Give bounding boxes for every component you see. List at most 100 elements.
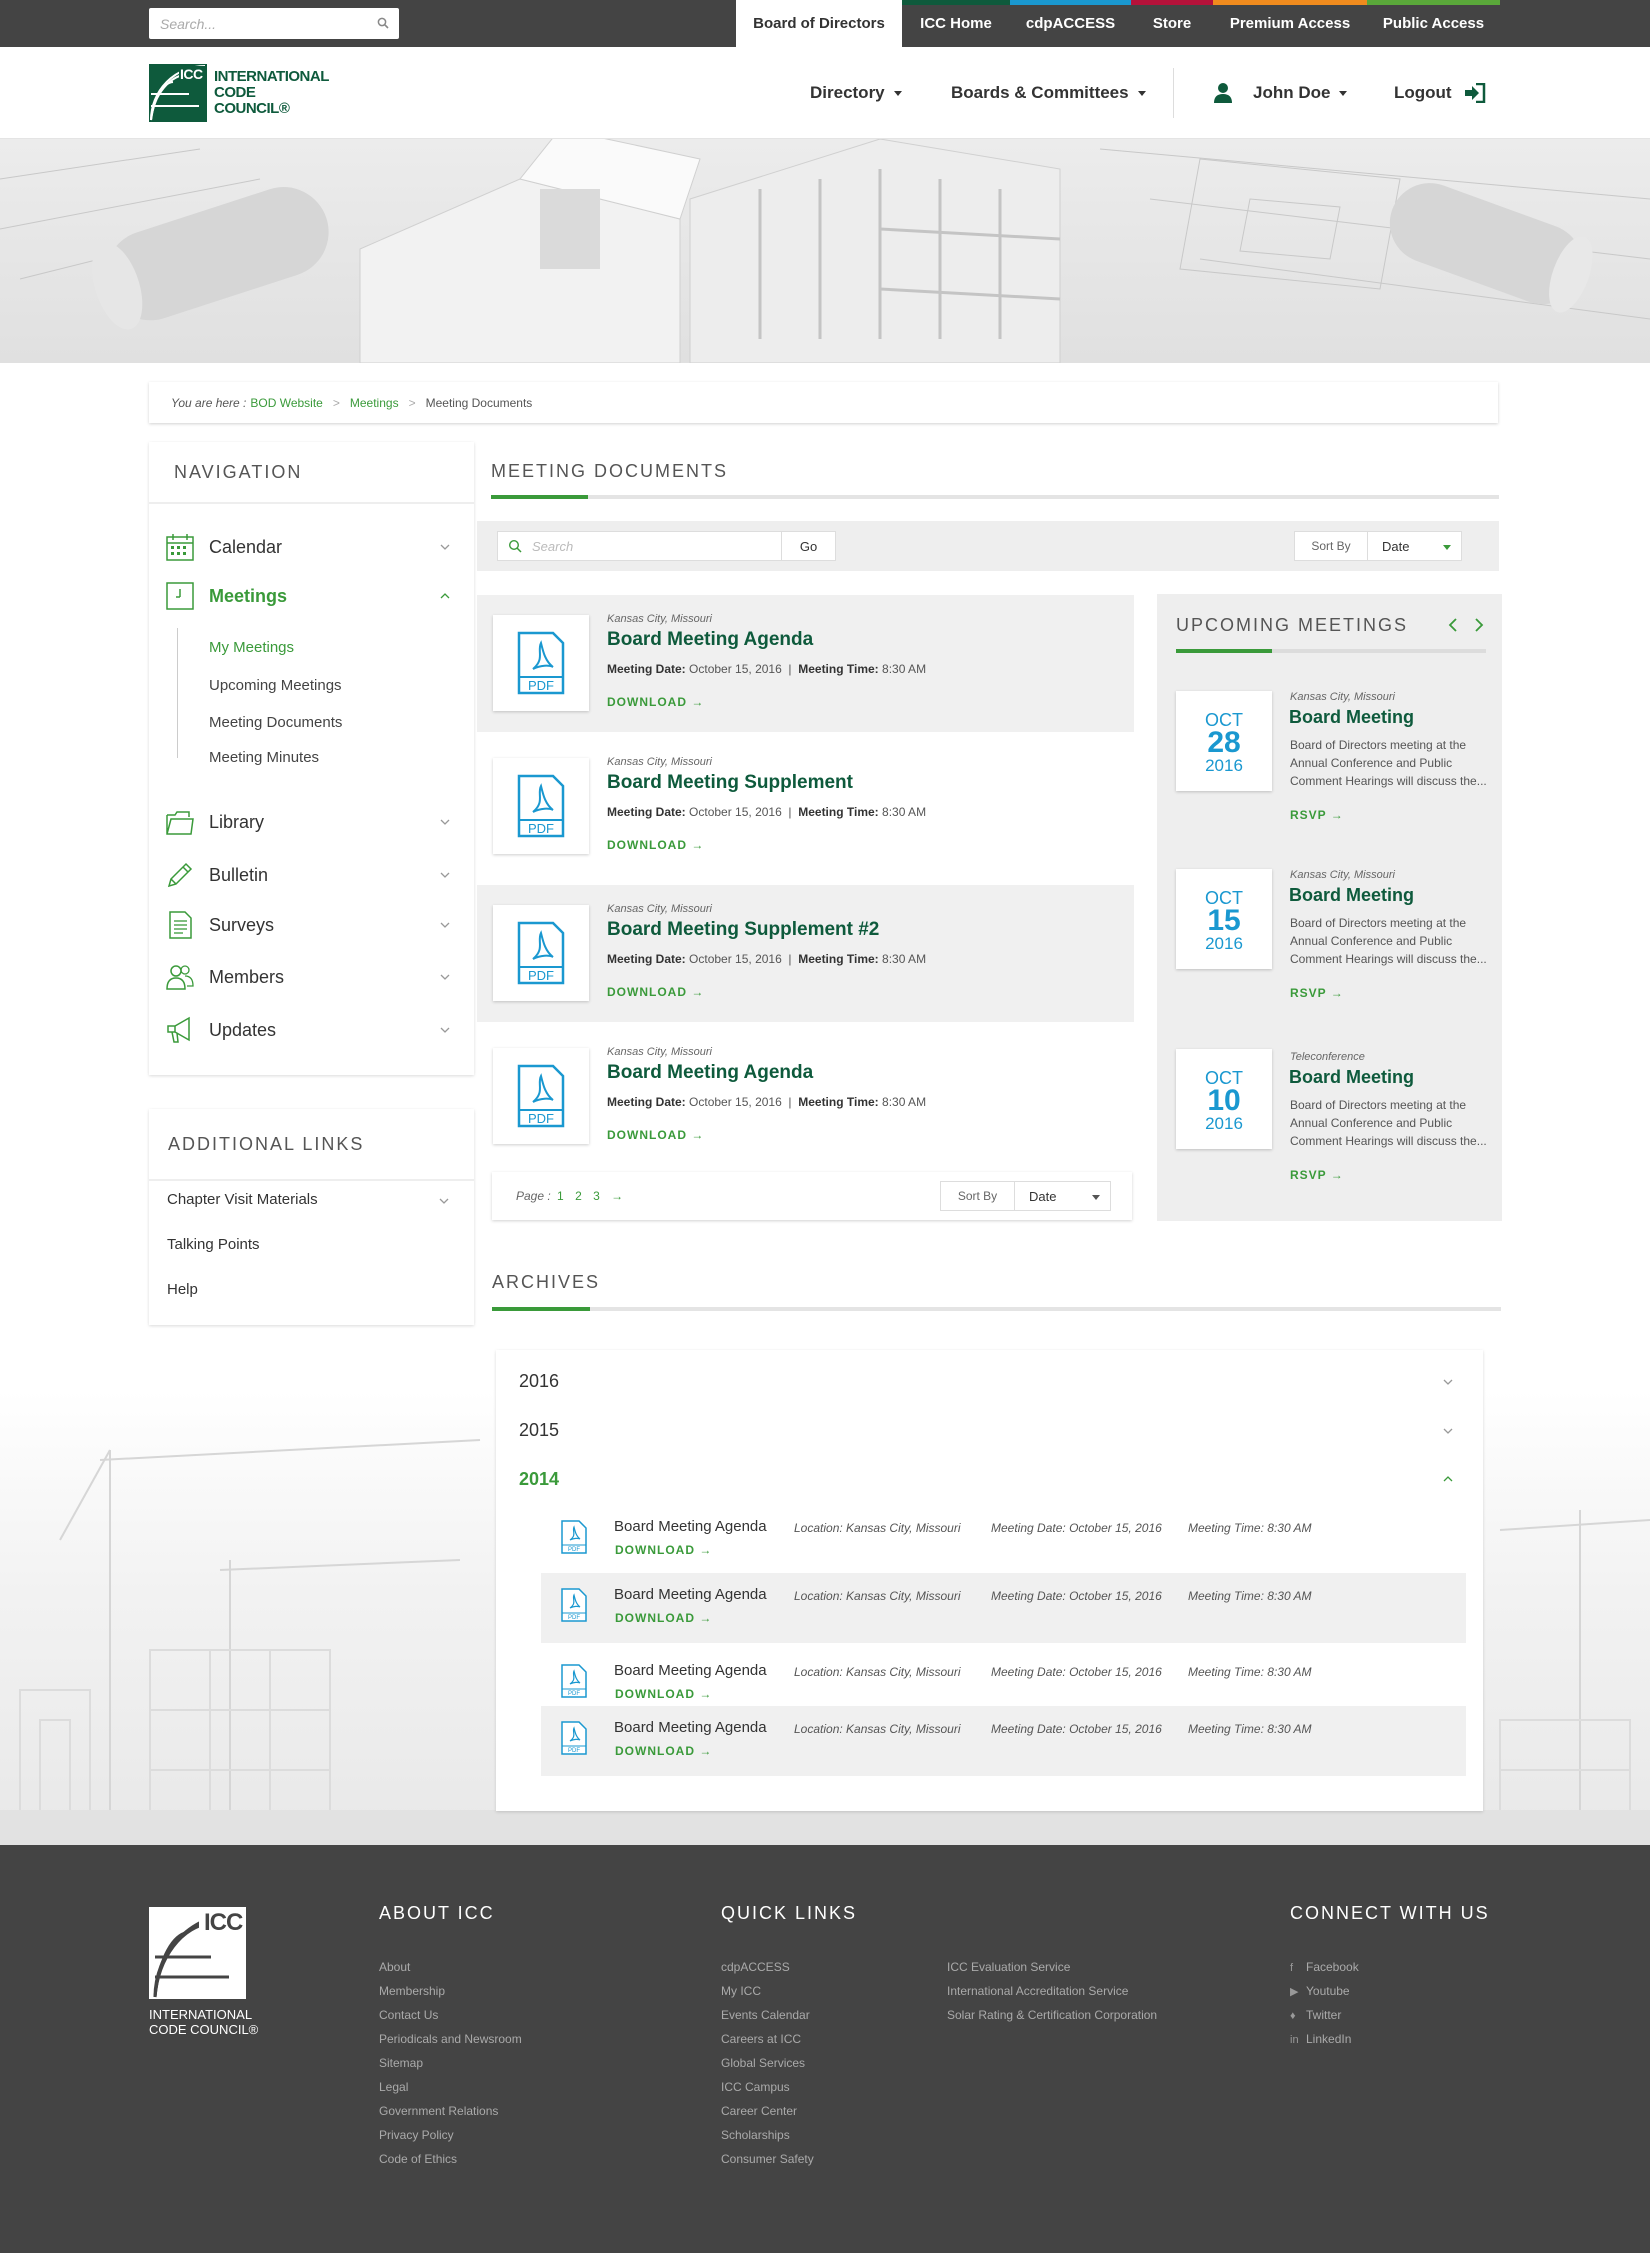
footer-link-privacy-policy[interactable]: Privacy Policy xyxy=(379,2128,454,2142)
tab-public-access[interactable]: Public Access xyxy=(1367,0,1500,47)
chevron-down-icon[interactable] xyxy=(439,1196,449,1206)
rsvp-link[interactable]: RSVP → xyxy=(1290,1168,1344,1182)
tab-cdpaccess[interactable]: cdpACCESS xyxy=(1010,0,1131,47)
footer-link-membership[interactable]: Membership xyxy=(379,1984,445,1998)
footer-social-linkedin[interactable]: in LinkedIn xyxy=(1290,2032,1351,2046)
document-title[interactable]: Board Meeting Agenda xyxy=(607,1062,813,1084)
chevron-left-icon[interactable] xyxy=(1448,618,1458,632)
icc-logo[interactable]: ICC INTERNATIONAL CODE COUNCIL® xyxy=(149,64,329,122)
download-link[interactable]: DOWNLOAD → xyxy=(607,985,704,999)
pdf-file-icon[interactable]: PDF xyxy=(493,1048,589,1144)
footer-social-facebook[interactable]: f Facebook xyxy=(1290,1960,1359,1974)
footer-link-cdpaccess[interactable]: cdpACCESS xyxy=(721,1960,790,1974)
page-3-link[interactable]: 3 xyxy=(593,1189,600,1203)
download-link[interactable]: DOWNLOAD → xyxy=(607,838,704,852)
submenu-meeting-documents[interactable]: Meeting Documents xyxy=(209,714,342,731)
footer-link-icc-campus[interactable]: ICC Campus xyxy=(721,2080,790,2094)
tab-store[interactable]: Store xyxy=(1131,0,1213,47)
pdf-file-icon[interactable]: PDF xyxy=(559,1519,589,1555)
footer-link-solar-rating[interactable]: Solar Rating & Certification Corporation xyxy=(947,2008,1157,2022)
footer-link-government-relations[interactable]: Government Relations xyxy=(379,2104,498,2118)
footer-link-code-of-ethics[interactable]: Code of Ethics xyxy=(379,2152,457,2166)
nav-directory[interactable]: Directory xyxy=(810,47,902,139)
submenu-meeting-minutes[interactable]: Meeting Minutes xyxy=(209,749,319,766)
sort-select[interactable]: Date xyxy=(1367,531,1462,561)
tab-icc-home[interactable]: ICC Home xyxy=(902,0,1010,47)
footer-link-about[interactable]: About xyxy=(379,1960,410,1974)
footer-link-scholarships[interactable]: Scholarships xyxy=(721,2128,790,2142)
nav-boards-committees[interactable]: Boards & Committees xyxy=(951,47,1146,139)
pdf-file-icon[interactable]: PDF xyxy=(559,1663,589,1699)
download-link[interactable]: DOWNLOAD → xyxy=(615,1744,712,1758)
footer-link-my-icc[interactable]: My ICC xyxy=(721,1984,761,1998)
search-go-button[interactable]: Go xyxy=(781,531,836,561)
document-title[interactable]: Board Meeting Supplement xyxy=(607,772,853,794)
page-1-link[interactable]: 1 xyxy=(557,1189,564,1203)
chevron-up-icon[interactable] xyxy=(1443,1474,1453,1484)
footer-link-events-calendar[interactable]: Events Calendar xyxy=(721,2008,810,2022)
download-link[interactable]: DOWNLOAD → xyxy=(615,1543,712,1557)
download-link[interactable]: DOWNLOAD → xyxy=(607,695,704,709)
footer-icc-logo[interactable]: ICC INTERNATIONAL CODE COUNCIL® xyxy=(149,1907,258,2047)
pdf-file-icon[interactable]: PDF xyxy=(559,1720,589,1756)
document-title[interactable]: Board Meeting Agenda xyxy=(607,629,813,651)
pdf-file-icon[interactable]: PDF xyxy=(559,1587,589,1623)
sidebar-item-surveys[interactable]: Surveys xyxy=(149,905,474,945)
user-menu[interactable]: John Doe xyxy=(1213,47,1348,139)
breadcrumb-bod-website[interactable]: BOD Website xyxy=(250,396,322,410)
pdf-file-icon[interactable]: PDF xyxy=(493,905,589,1001)
chevron-down-icon[interactable] xyxy=(1443,1426,1453,1436)
event-title[interactable]: Board Meeting xyxy=(1289,1067,1414,1088)
submenu-upcoming-meetings[interactable]: Upcoming Meetings xyxy=(209,677,342,694)
footer-link-contact-us[interactable]: Contact Us xyxy=(379,2008,438,2022)
pdf-file-icon[interactable]: PDF xyxy=(493,615,589,711)
link-talking-points[interactable]: Talking Points xyxy=(167,1236,260,1253)
sidebar-item-calendar[interactable]: Calendar xyxy=(149,527,474,567)
footer-link-careers[interactable]: Careers at ICC xyxy=(721,2032,801,2046)
footer-link-accreditation-service[interactable]: International Accreditation Service xyxy=(947,1984,1128,1998)
event-title[interactable]: Board Meeting xyxy=(1289,885,1414,906)
pdf-file-icon[interactable]: PDF xyxy=(493,758,589,854)
footer-link-periodicals[interactable]: Periodicals and Newsroom xyxy=(379,2032,522,2046)
tab-board-of-directors[interactable]: Board of Directors xyxy=(736,0,902,47)
chevron-down-icon[interactable] xyxy=(1443,1377,1453,1387)
archive-doc-title[interactable]: Board Meeting Agenda xyxy=(614,1719,767,1736)
download-link[interactable]: DOWNLOAD → xyxy=(615,1687,712,1701)
tab-premium-access[interactable]: Premium Access xyxy=(1213,0,1367,47)
sidebar-item-library[interactable]: Library xyxy=(149,802,474,842)
footer-link-consumer-safety[interactable]: Consumer Safety xyxy=(721,2152,814,2166)
download-link[interactable]: DOWNLOAD → xyxy=(615,1611,712,1625)
rsvp-link[interactable]: RSVP → xyxy=(1290,986,1344,1000)
footer-link-legal[interactable]: Legal xyxy=(379,2080,408,2094)
rsvp-link[interactable]: RSVP → xyxy=(1290,808,1344,822)
footer-social-youtube[interactable]: ▶ Youtube xyxy=(1290,1984,1350,1998)
footer-link-career-center[interactable]: Career Center xyxy=(721,2104,797,2118)
sidebar-item-members[interactable]: Members xyxy=(149,957,474,997)
sidebar-item-bulletin[interactable]: Bulletin xyxy=(149,855,474,895)
logout-link[interactable]: Logout xyxy=(1394,47,1486,139)
document-title[interactable]: Board Meeting Supplement #2 xyxy=(607,919,879,941)
archive-year-2015[interactable]: 2015 xyxy=(519,1420,559,1441)
chevron-right-icon[interactable] xyxy=(1474,618,1484,632)
event-title[interactable]: Board Meeting xyxy=(1289,707,1414,728)
sidebar-item-updates[interactable]: Updates xyxy=(149,1010,474,1050)
footer-social-twitter[interactable]: ♦ Twitter xyxy=(1290,2008,1341,2022)
breadcrumb-meetings[interactable]: Meetings xyxy=(350,396,399,410)
footer-link-evaluation-service[interactable]: ICC Evaluation Service xyxy=(947,1960,1070,1974)
archive-doc-title[interactable]: Board Meeting Agenda xyxy=(614,1586,767,1603)
page-2-link[interactable]: 2 xyxy=(575,1189,582,1203)
archive-doc-title[interactable]: Board Meeting Agenda xyxy=(614,1662,767,1679)
download-link[interactable]: DOWNLOAD → xyxy=(607,1128,704,1142)
footer-link-global-services[interactable]: Global Services xyxy=(721,2056,805,2070)
footer-link-sitemap[interactable]: Sitemap xyxy=(379,2056,423,2070)
link-help[interactable]: Help xyxy=(167,1281,198,1298)
search-icon[interactable] xyxy=(377,17,389,29)
sidebar-item-meetings[interactable]: Meetings xyxy=(149,576,474,616)
link-chapter-visit-materials[interactable]: Chapter Visit Materials xyxy=(167,1191,318,1208)
sort-select-bottom[interactable]: Date xyxy=(1014,1181,1111,1211)
next-page-arrow-icon[interactable]: → xyxy=(611,1189,623,1203)
archive-year-2014[interactable]: 2014 xyxy=(519,1469,559,1490)
archive-year-2016[interactable]: 2016 xyxy=(519,1371,559,1392)
submenu-my-meetings[interactable]: My Meetings xyxy=(209,639,294,656)
global-search-input[interactable]: Search... xyxy=(149,8,399,39)
